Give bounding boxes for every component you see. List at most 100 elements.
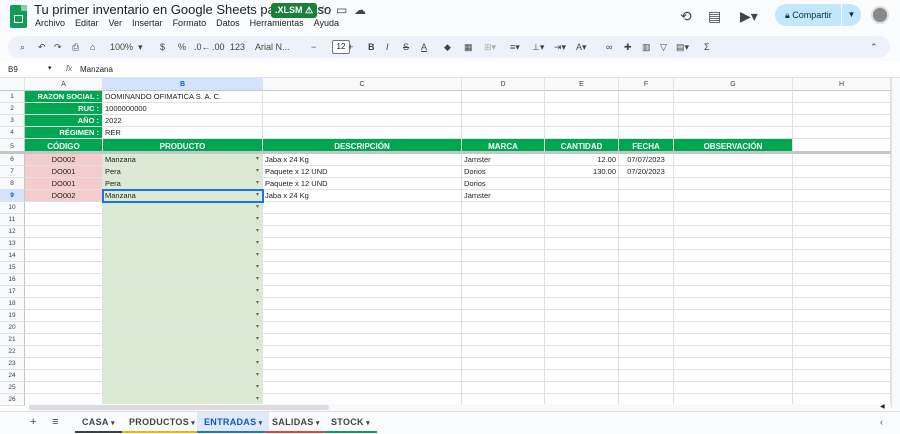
observacion-cell[interactable] bbox=[674, 226, 793, 238]
column-header-h[interactable]: H bbox=[793, 78, 891, 91]
fecha-cell[interactable]: 07/07/2023 bbox=[619, 154, 674, 166]
marca-cell[interactable] bbox=[462, 286, 545, 298]
cantidad-cell[interactable]: 130.00 bbox=[545, 166, 619, 178]
tab-menu-icon[interactable]: ▾ bbox=[256, 420, 263, 427]
row-header[interactable]: 26 bbox=[0, 394, 25, 406]
tab-menu-icon[interactable]: ▾ bbox=[109, 420, 115, 427]
tab-casa[interactable]: CASA ▾ bbox=[75, 412, 122, 433]
empty-cell[interactable] bbox=[619, 115, 674, 127]
dropdown-arrow-icon[interactable]: ▾ bbox=[256, 298, 259, 309]
producto-dropdown[interactable]: ▾ bbox=[103, 334, 263, 346]
row-header[interactable]: 11 bbox=[0, 214, 25, 226]
codigo-cell[interactable] bbox=[25, 322, 103, 334]
empty-cell[interactable] bbox=[619, 103, 674, 115]
filter-icon[interactable]: ▽ bbox=[660, 40, 667, 54]
fecha-cell[interactable] bbox=[619, 190, 674, 202]
cantidad-cell[interactable] bbox=[545, 202, 619, 214]
column-header-g[interactable]: G bbox=[674, 78, 793, 91]
marca-cell[interactable]: Jamster bbox=[462, 190, 545, 202]
empty-cell[interactable] bbox=[793, 262, 891, 274]
row-header[interactable]: 12 bbox=[0, 226, 25, 238]
dropdown-arrow-icon[interactable]: ▾ bbox=[256, 322, 259, 333]
row-header[interactable]: 18 bbox=[0, 298, 25, 310]
codigo-cell[interactable] bbox=[25, 298, 103, 310]
dropdown-arrow-icon[interactable]: ▾ bbox=[256, 274, 259, 285]
descripcion-cell[interactable] bbox=[263, 214, 462, 226]
row-header[interactable]: 7 bbox=[0, 166, 25, 178]
chevron-down-icon[interactable]: ▾ bbox=[138, 40, 143, 54]
marca-cell[interactable] bbox=[462, 250, 545, 262]
info-value[interactable]: 1000000000 bbox=[103, 103, 263, 115]
empty-cell[interactable] bbox=[793, 370, 891, 382]
dropdown-arrow-icon[interactable]: ▾ bbox=[256, 286, 259, 297]
observacion-cell[interactable] bbox=[674, 166, 793, 178]
codigo-cell[interactable] bbox=[25, 346, 103, 358]
fecha-cell[interactable] bbox=[619, 334, 674, 346]
cantidad-cell[interactable] bbox=[545, 310, 619, 322]
fecha-cell[interactable] bbox=[619, 274, 674, 286]
descripcion-cell[interactable] bbox=[263, 370, 462, 382]
info-label[interactable]: RÉGIMEN : bbox=[25, 127, 103, 139]
codigo-cell[interactable] bbox=[25, 382, 103, 394]
add-sheet-icon[interactable]: + bbox=[30, 416, 36, 428]
vertical-scrollbar[interactable] bbox=[891, 78, 900, 408]
row-header[interactable]: 15 bbox=[0, 262, 25, 274]
observacion-cell[interactable] bbox=[674, 346, 793, 358]
empty-cell[interactable] bbox=[793, 322, 891, 334]
dropdown-arrow-icon[interactable]: ▾ bbox=[256, 250, 259, 261]
codigo-cell[interactable] bbox=[25, 334, 103, 346]
strikethrough-icon[interactable]: S bbox=[403, 40, 409, 54]
producto-dropdown[interactable]: ▾ bbox=[103, 214, 263, 226]
insert-comment-icon[interactable]: ✚ bbox=[624, 40, 632, 54]
cantidad-cell[interactable] bbox=[545, 274, 619, 286]
descripcion-cell[interactable]: Jaba x 24 Kg bbox=[263, 190, 462, 202]
codigo-cell[interactable] bbox=[25, 262, 103, 274]
cantidad-cell[interactable] bbox=[545, 370, 619, 382]
row-header[interactable]: 6 bbox=[0, 154, 25, 166]
row-header[interactable]: 4 bbox=[0, 127, 25, 139]
dropdown-arrow-icon[interactable]: ▾ bbox=[256, 190, 259, 201]
dropdown-arrow-icon[interactable]: ▾ bbox=[256, 226, 259, 237]
vertical-align-icon[interactable]: ⊥▾ bbox=[532, 40, 544, 54]
empty-cell[interactable] bbox=[793, 91, 891, 103]
observacion-cell[interactable] bbox=[674, 298, 793, 310]
empty-cell[interactable] bbox=[674, 127, 793, 139]
empty-cell[interactable] bbox=[793, 286, 891, 298]
empty-cell[interactable] bbox=[619, 127, 674, 139]
spreadsheet-grid[interactable]: A B C D E F G H 1 2 3 4 5 6 7 8 9 10 11 12 13 14 15 16 17 18 19 20 2… bbox=[0, 78, 900, 408]
move-folder-icon[interactable]: ▭ bbox=[336, 3, 347, 17]
scrollbar-thumb[interactable] bbox=[29, 405, 329, 410]
row-header[interactable]: 25 bbox=[0, 382, 25, 394]
row-header[interactable]: 19 bbox=[0, 310, 25, 322]
empty-cell[interactable] bbox=[793, 274, 891, 286]
column-header-f[interactable]: F bbox=[619, 78, 674, 91]
tab-salidas[interactable]: SALIDAS ▾ bbox=[265, 412, 327, 433]
empty-cell[interactable] bbox=[545, 115, 619, 127]
column-header-d[interactable]: D bbox=[462, 78, 545, 91]
codigo-cell[interactable]: DO002 bbox=[25, 190, 103, 202]
observacion-cell[interactable] bbox=[674, 202, 793, 214]
producto-dropdown[interactable]: ▾ bbox=[103, 346, 263, 358]
descripcion-cell[interactable]: Paquete x 12 UND bbox=[263, 166, 462, 178]
row-header[interactable]: 21 bbox=[0, 334, 25, 346]
tab-stock[interactable]: STOCK ▾ bbox=[324, 412, 377, 433]
marca-cell[interactable]: Dorios bbox=[462, 178, 545, 190]
empty-cell[interactable] bbox=[793, 127, 891, 139]
filter-views-icon[interactable]: ▤▾ bbox=[676, 40, 689, 54]
empty-cell[interactable] bbox=[545, 103, 619, 115]
info-value[interactable]: DOMINANDO OFIMATICA S. A. C. bbox=[103, 91, 263, 103]
fecha-cell[interactable] bbox=[619, 178, 674, 190]
descripcion-cell[interactable] bbox=[263, 334, 462, 346]
marca-cell[interactable] bbox=[462, 226, 545, 238]
functions-icon[interactable]: Σ bbox=[704, 40, 710, 54]
column-header-c[interactable]: C bbox=[263, 78, 462, 91]
empty-cell[interactable] bbox=[793, 334, 891, 346]
empty-cell[interactable] bbox=[793, 115, 891, 127]
row-header[interactable]: 23 bbox=[0, 358, 25, 370]
row-header[interactable]: 16 bbox=[0, 274, 25, 286]
menu-datos[interactable]: Datos bbox=[216, 18, 240, 28]
fecha-cell[interactable] bbox=[619, 238, 674, 250]
row-header[interactable]: 9 bbox=[0, 190, 25, 202]
decrease-font-icon[interactable]: − bbox=[311, 40, 316, 54]
producto-dropdown[interactable]: ▾ bbox=[103, 370, 263, 382]
